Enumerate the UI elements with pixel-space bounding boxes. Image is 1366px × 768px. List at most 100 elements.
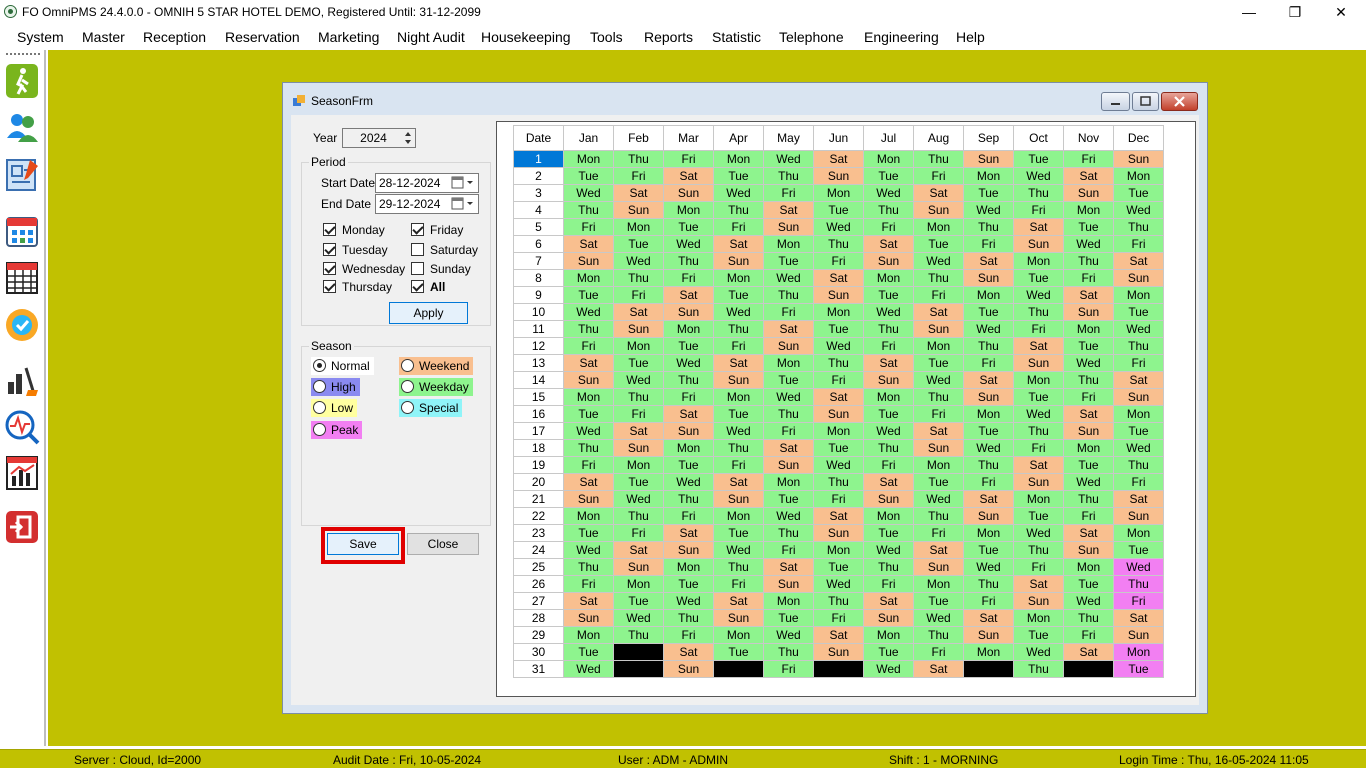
day-cell[interactable]: Wed (1063, 235, 1114, 253)
day-cell[interactable]: Tue (863, 286, 914, 304)
day-cell[interactable]: Sat (1113, 609, 1164, 627)
walk-in-icon[interactable] (4, 62, 40, 100)
day-cell[interactable]: Sat (813, 150, 864, 168)
day-cell[interactable]: Tue (563, 524, 614, 542)
day-cell[interactable]: Fri (913, 286, 964, 304)
day-cell[interactable]: Sun (913, 201, 964, 219)
day-cell[interactable]: Sat (913, 303, 964, 321)
day-cell[interactable]: Sat (663, 643, 714, 661)
day-cell[interactable]: Wed (963, 558, 1014, 576)
day-cell[interactable]: Sun (813, 524, 864, 542)
day-cell[interactable]: Sat (713, 354, 764, 372)
day-cell[interactable]: Mon (1013, 609, 1064, 627)
season-option-high[interactable]: High (311, 378, 360, 396)
day-cell[interactable]: Tue (813, 558, 864, 576)
day-cell[interactable]: Thu (1063, 609, 1114, 627)
day-cell[interactable]: Mon (1063, 201, 1114, 219)
day-cell[interactable]: Mon (813, 541, 864, 559)
menu-reservation[interactable]: Reservation (225, 29, 300, 45)
day-cell[interactable]: Thu (713, 558, 764, 576)
day-cell[interactable]: Sat (813, 626, 864, 644)
day-cell[interactable]: Thu (963, 456, 1014, 474)
day-cell[interactable]: Fri (563, 456, 614, 474)
day-cell[interactable]: Sun (663, 541, 714, 559)
day-cell[interactable]: Tue (1013, 269, 1064, 287)
day-cell[interactable]: Sat (813, 507, 864, 525)
day-cell[interactable]: Fri (1013, 558, 1064, 576)
day-cell[interactable]: Fri (663, 269, 714, 287)
day-cell[interactable]: Tue (613, 354, 664, 372)
day-cell[interactable]: Sat (1013, 456, 1064, 474)
day-cell[interactable]: Wed (613, 252, 664, 270)
day-cell[interactable]: Thu (1013, 303, 1064, 321)
day-cell[interactable]: Thu (913, 626, 964, 644)
menu-night-audit[interactable]: Night Audit (397, 29, 465, 45)
day-cell[interactable]: Sat (663, 167, 714, 185)
day-cell[interactable]: Wed (563, 422, 614, 440)
day-cell[interactable]: Sun (1013, 592, 1064, 610)
season-option-low[interactable]: Low (311, 399, 358, 417)
day-cell[interactable]: Mon (763, 354, 814, 372)
day-cell[interactable]: Tue (713, 524, 764, 542)
day-cell[interactable]: Tue (763, 252, 814, 270)
day-cell[interactable]: Thu (663, 490, 714, 508)
radio-button[interactable] (401, 401, 414, 414)
year-calendar-icon[interactable] (4, 258, 40, 296)
day-cell[interactable]: Thu (813, 473, 864, 491)
day-cell[interactable]: Wed (763, 626, 814, 644)
day-cell[interactable]: Fri (913, 643, 964, 661)
day-cell[interactable]: Mon (913, 337, 964, 355)
day-cell[interactable]: Mon (1063, 320, 1114, 338)
day-cell[interactable]: Wed (1113, 201, 1164, 219)
day-cell[interactable]: Tue (913, 473, 964, 491)
day-cell[interactable]: Tue (813, 320, 864, 338)
day-cell[interactable]: Sat (963, 609, 1014, 627)
day-cell[interactable]: Wed (863, 660, 914, 678)
day-cell[interactable]: Sat (713, 473, 764, 491)
day-cell[interactable]: Tue (913, 354, 964, 372)
menu-master[interactable]: Master (82, 29, 125, 45)
day-cell[interactable]: Thu (1113, 218, 1164, 236)
day-cell[interactable]: Mon (1063, 558, 1114, 576)
day-cell[interactable]: Tue (713, 167, 764, 185)
day-cell[interactable]: Sat (1113, 371, 1164, 389)
day-cell[interactable]: Mon (913, 575, 964, 593)
invalid-day-cell[interactable] (1063, 660, 1114, 678)
day-cell[interactable]: Sat (813, 388, 864, 406)
day-cell[interactable]: Fri (663, 626, 714, 644)
day-cell[interactable]: Mon (963, 524, 1014, 542)
analytics-icon[interactable] (4, 408, 40, 446)
day-cell[interactable]: Fri (813, 371, 864, 389)
day-cell[interactable]: Sun (1063, 541, 1114, 559)
day-cell[interactable]: Wed (563, 541, 614, 559)
day-cell[interactable]: Tue (663, 575, 714, 593)
day-cell[interactable]: Fri (763, 541, 814, 559)
chart-report-icon[interactable] (4, 454, 40, 492)
season-option-special[interactable]: Special (399, 399, 463, 417)
day-cell[interactable]: Fri (1113, 235, 1164, 253)
minimize-button[interactable]: — (1226, 0, 1272, 24)
day-cell[interactable]: Wed (913, 252, 964, 270)
day-cell[interactable]: Tue (1013, 388, 1064, 406)
day-cell[interactable]: Mon (963, 643, 1014, 661)
day-cell[interactable]: Thu (563, 439, 614, 457)
day-cell[interactable]: Sun (813, 167, 864, 185)
day-cell[interactable]: Fri (1013, 201, 1064, 219)
day-cell[interactable]: Tue (1063, 337, 1114, 355)
day-cell[interactable]: Thu (763, 286, 814, 304)
checkbox-all[interactable] (411, 280, 424, 293)
day-cell[interactable]: Sat (563, 235, 614, 253)
day-cell[interactable]: Tue (1013, 150, 1064, 168)
day-cell[interactable]: Sun (1063, 422, 1114, 440)
menu-system[interactable]: System (17, 29, 64, 45)
day-cell[interactable]: Sat (663, 286, 714, 304)
day-cell[interactable]: Fri (1063, 507, 1114, 525)
day-cell[interactable]: Sat (563, 473, 614, 491)
apply-button[interactable]: Apply (389, 302, 468, 324)
day-cell[interactable]: Thu (813, 235, 864, 253)
menu-statistic[interactable]: Statistic (712, 29, 761, 45)
day-cell[interactable]: Sun (763, 456, 814, 474)
day-cell[interactable]: Mon (763, 235, 814, 253)
menu-tools[interactable]: Tools (590, 29, 623, 45)
date-cell[interactable]: 23 (513, 524, 564, 542)
